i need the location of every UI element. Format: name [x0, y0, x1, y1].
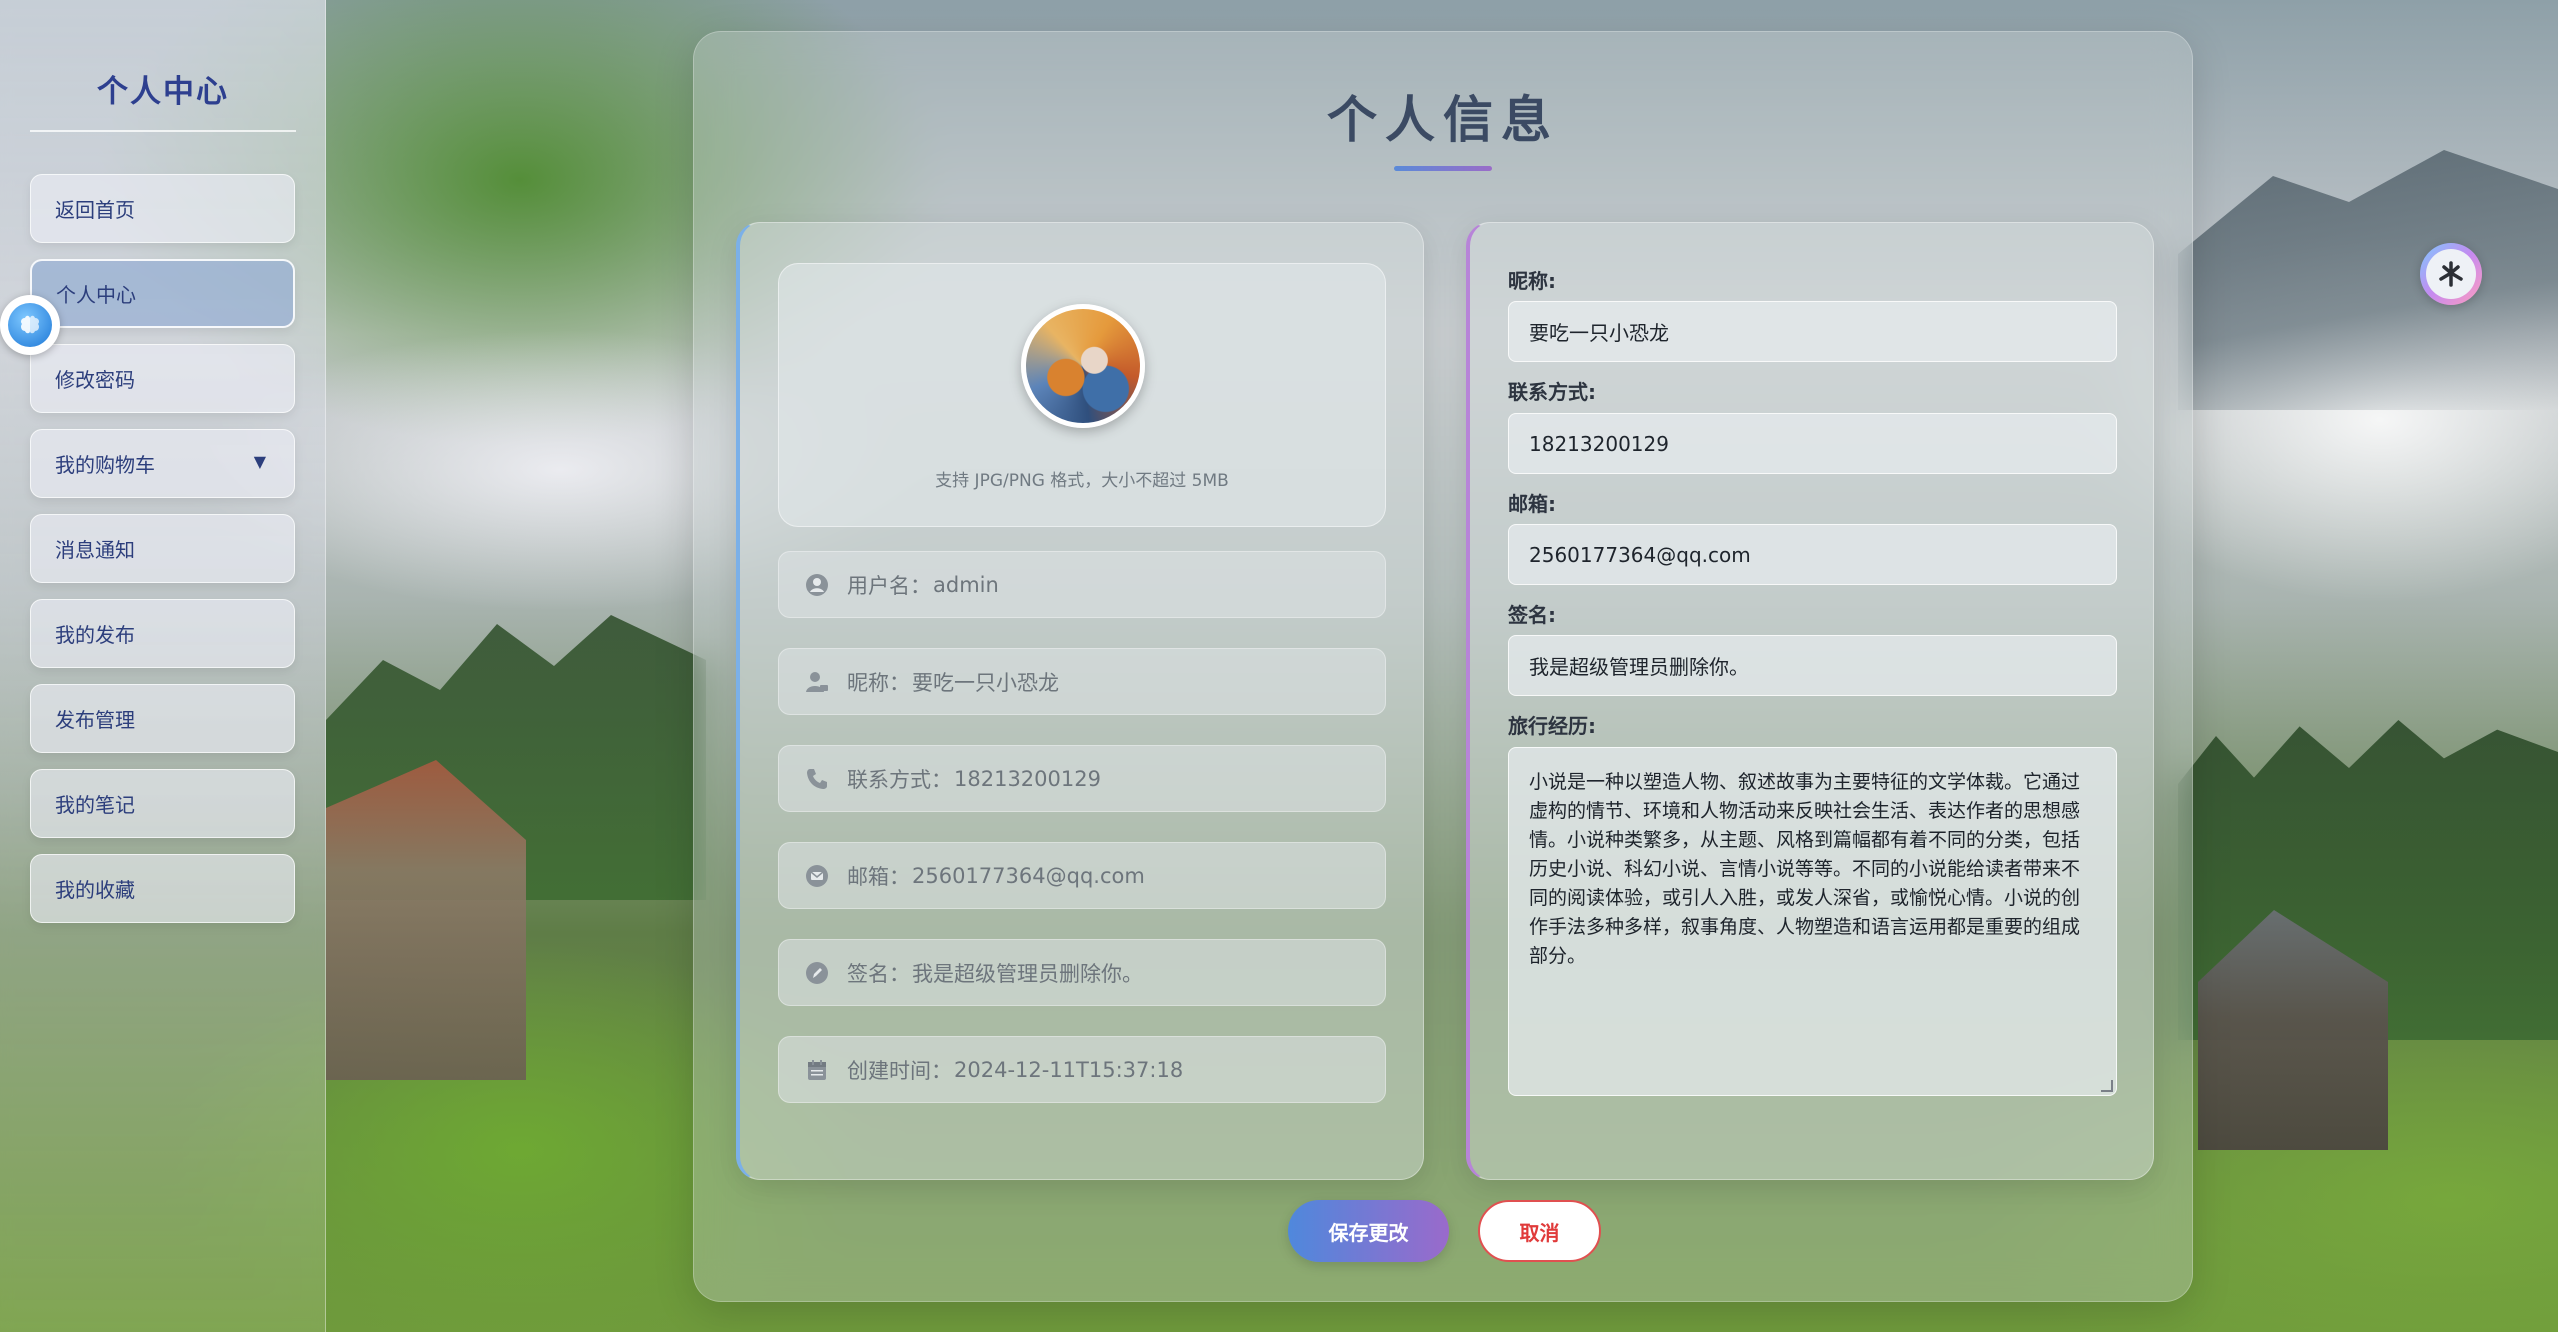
- info-label: 用户名：: [847, 573, 931, 598]
- signature-field[interactable]: 我是超级管理员删除你。: [1508, 635, 2117, 696]
- email-field[interactable]: 2560177364@qq.com: [1508, 524, 2117, 585]
- info-value: 要吃一只小恐龙: [912, 670, 1059, 695]
- travel-text: 小说是一种以塑造人物、叙述故事为主要特征的文学体裁。它通过虚构的情节、环境和人物…: [1529, 771, 2081, 967]
- logo-icon: [2426, 249, 2476, 299]
- info-label: 邮箱：: [847, 864, 910, 889]
- info-row-username: 用户名： admin: [778, 551, 1386, 618]
- email-label: 邮箱:: [1508, 492, 1556, 516]
- info-label: 昵称：: [847, 670, 910, 695]
- title-underline: [1394, 166, 1492, 171]
- sidebar-item-home[interactable]: 返回首页: [30, 174, 295, 243]
- profile-summary-card: 支持 JPG/PNG 格式，大小不超过 5MB 用户名： admin 昵称： 要…: [736, 222, 1424, 1180]
- info-label: 创建时间：: [847, 1058, 952, 1083]
- user-tag-icon: [803, 668, 831, 696]
- chevron-down-icon[interactable]: ▼: [254, 452, 266, 471]
- travel-textarea[interactable]: 小说是一种以塑造人物、叙述故事为主要特征的文学体裁。它通过虚构的情节、环境和人物…: [1508, 747, 2117, 1096]
- assistant-bubble[interactable]: [0, 295, 60, 355]
- mail-icon: [803, 862, 831, 890]
- background-mountain: [2178, 150, 2558, 410]
- avatar-upload-box[interactable]: 支持 JPG/PNG 格式，大小不超过 5MB: [778, 263, 1386, 527]
- info-row-email: 邮箱： 2560177364@qq.com: [778, 842, 1386, 909]
- info-value: 18213200129: [954, 766, 1101, 791]
- page-title: 个人信息: [1327, 91, 1559, 149]
- sidebar-title: 个人中心: [97, 74, 229, 110]
- info-value: admin: [933, 572, 999, 597]
- travel-label: 旅行经历:: [1508, 714, 1596, 738]
- sidebar-item-notes[interactable]: 我的笔记: [30, 769, 295, 838]
- cancel-button[interactable]: 取消: [1478, 1200, 1601, 1262]
- sidebar: 个人中心 返回首页 个人中心 修改密码 我的购物车 ▼ 消息通知 我的发布 发布…: [0, 0, 326, 1332]
- sidebar-item-label: 修改密码: [55, 368, 135, 392]
- sidebar-item-label: 消息通知: [55, 538, 135, 562]
- sidebar-item-post-management[interactable]: 发布管理: [30, 684, 295, 753]
- sidebar-item-my-posts[interactable]: 我的发布: [30, 599, 295, 668]
- sidebar-item-cart[interactable]: 我的购物车 ▼: [30, 429, 295, 498]
- sidebar-item-label: 我的发布: [55, 623, 135, 647]
- sidebar-item-label: 我的收藏: [55, 878, 135, 902]
- phone-icon: [803, 765, 831, 793]
- sidebar-divider: [30, 130, 296, 132]
- avatar[interactable]: [1021, 304, 1145, 428]
- sidebar-item-profile[interactable]: 个人中心: [30, 259, 295, 328]
- info-label: 联系方式：: [847, 767, 952, 792]
- info-row-nickname: 昵称： 要吃一只小恐龙: [778, 648, 1386, 715]
- main-panel: 个人信息 支持 JPG/PNG 格式，大小不超过 5MB 用户名： admin …: [693, 31, 2193, 1302]
- edit-form-card: 昵称: 要吃一只小恐龙 联系方式: 18213200129 邮箱: 256017…: [1466, 222, 2154, 1180]
- info-row-contact: 联系方式： 18213200129: [778, 745, 1386, 812]
- signature-label: 签名:: [1508, 603, 1556, 627]
- info-label: 签名：: [847, 961, 910, 986]
- brain-icon: [8, 303, 52, 347]
- sidebar-item-notifications[interactable]: 消息通知: [30, 514, 295, 583]
- nickname-label: 昵称:: [1508, 269, 1556, 293]
- sidebar-item-label: 个人中心: [56, 283, 136, 307]
- info-value: 2024-12-11T15:37:18: [954, 1057, 1184, 1082]
- sidebar-item-label: 返回首页: [55, 198, 135, 222]
- info-value: 2560177364@qq.com: [912, 863, 1145, 888]
- sidebar-item-favorites[interactable]: 我的收藏: [30, 854, 295, 923]
- sidebar-item-change-password[interactable]: 修改密码: [30, 344, 295, 413]
- floating-logo-button[interactable]: [2420, 243, 2482, 305]
- info-row-signature: 签名： 我是超级管理员删除你。: [778, 939, 1386, 1006]
- info-value: 我是超级管理员删除你。: [912, 961, 1143, 986]
- nickname-field[interactable]: 要吃一只小恐龙: [1508, 301, 2117, 362]
- avatar-hint: 支持 JPG/PNG 格式，大小不超过 5MB: [935, 471, 1229, 491]
- user-icon: [803, 571, 831, 599]
- resize-grip-icon[interactable]: [2101, 1080, 2113, 1092]
- contact-label: 联系方式:: [1508, 380, 1596, 404]
- save-button[interactable]: 保存更改: [1288, 1200, 1449, 1262]
- contact-field[interactable]: 18213200129: [1508, 413, 2117, 474]
- sidebar-item-label: 发布管理: [55, 708, 135, 732]
- info-row-created-time: 创建时间： 2024-12-11T15:37:18: [778, 1036, 1386, 1103]
- calendar-icon: [803, 1056, 831, 1084]
- sidebar-item-label: 我的笔记: [55, 793, 135, 817]
- sidebar-item-label: 我的购物车: [55, 453, 155, 477]
- pen-icon: [803, 959, 831, 987]
